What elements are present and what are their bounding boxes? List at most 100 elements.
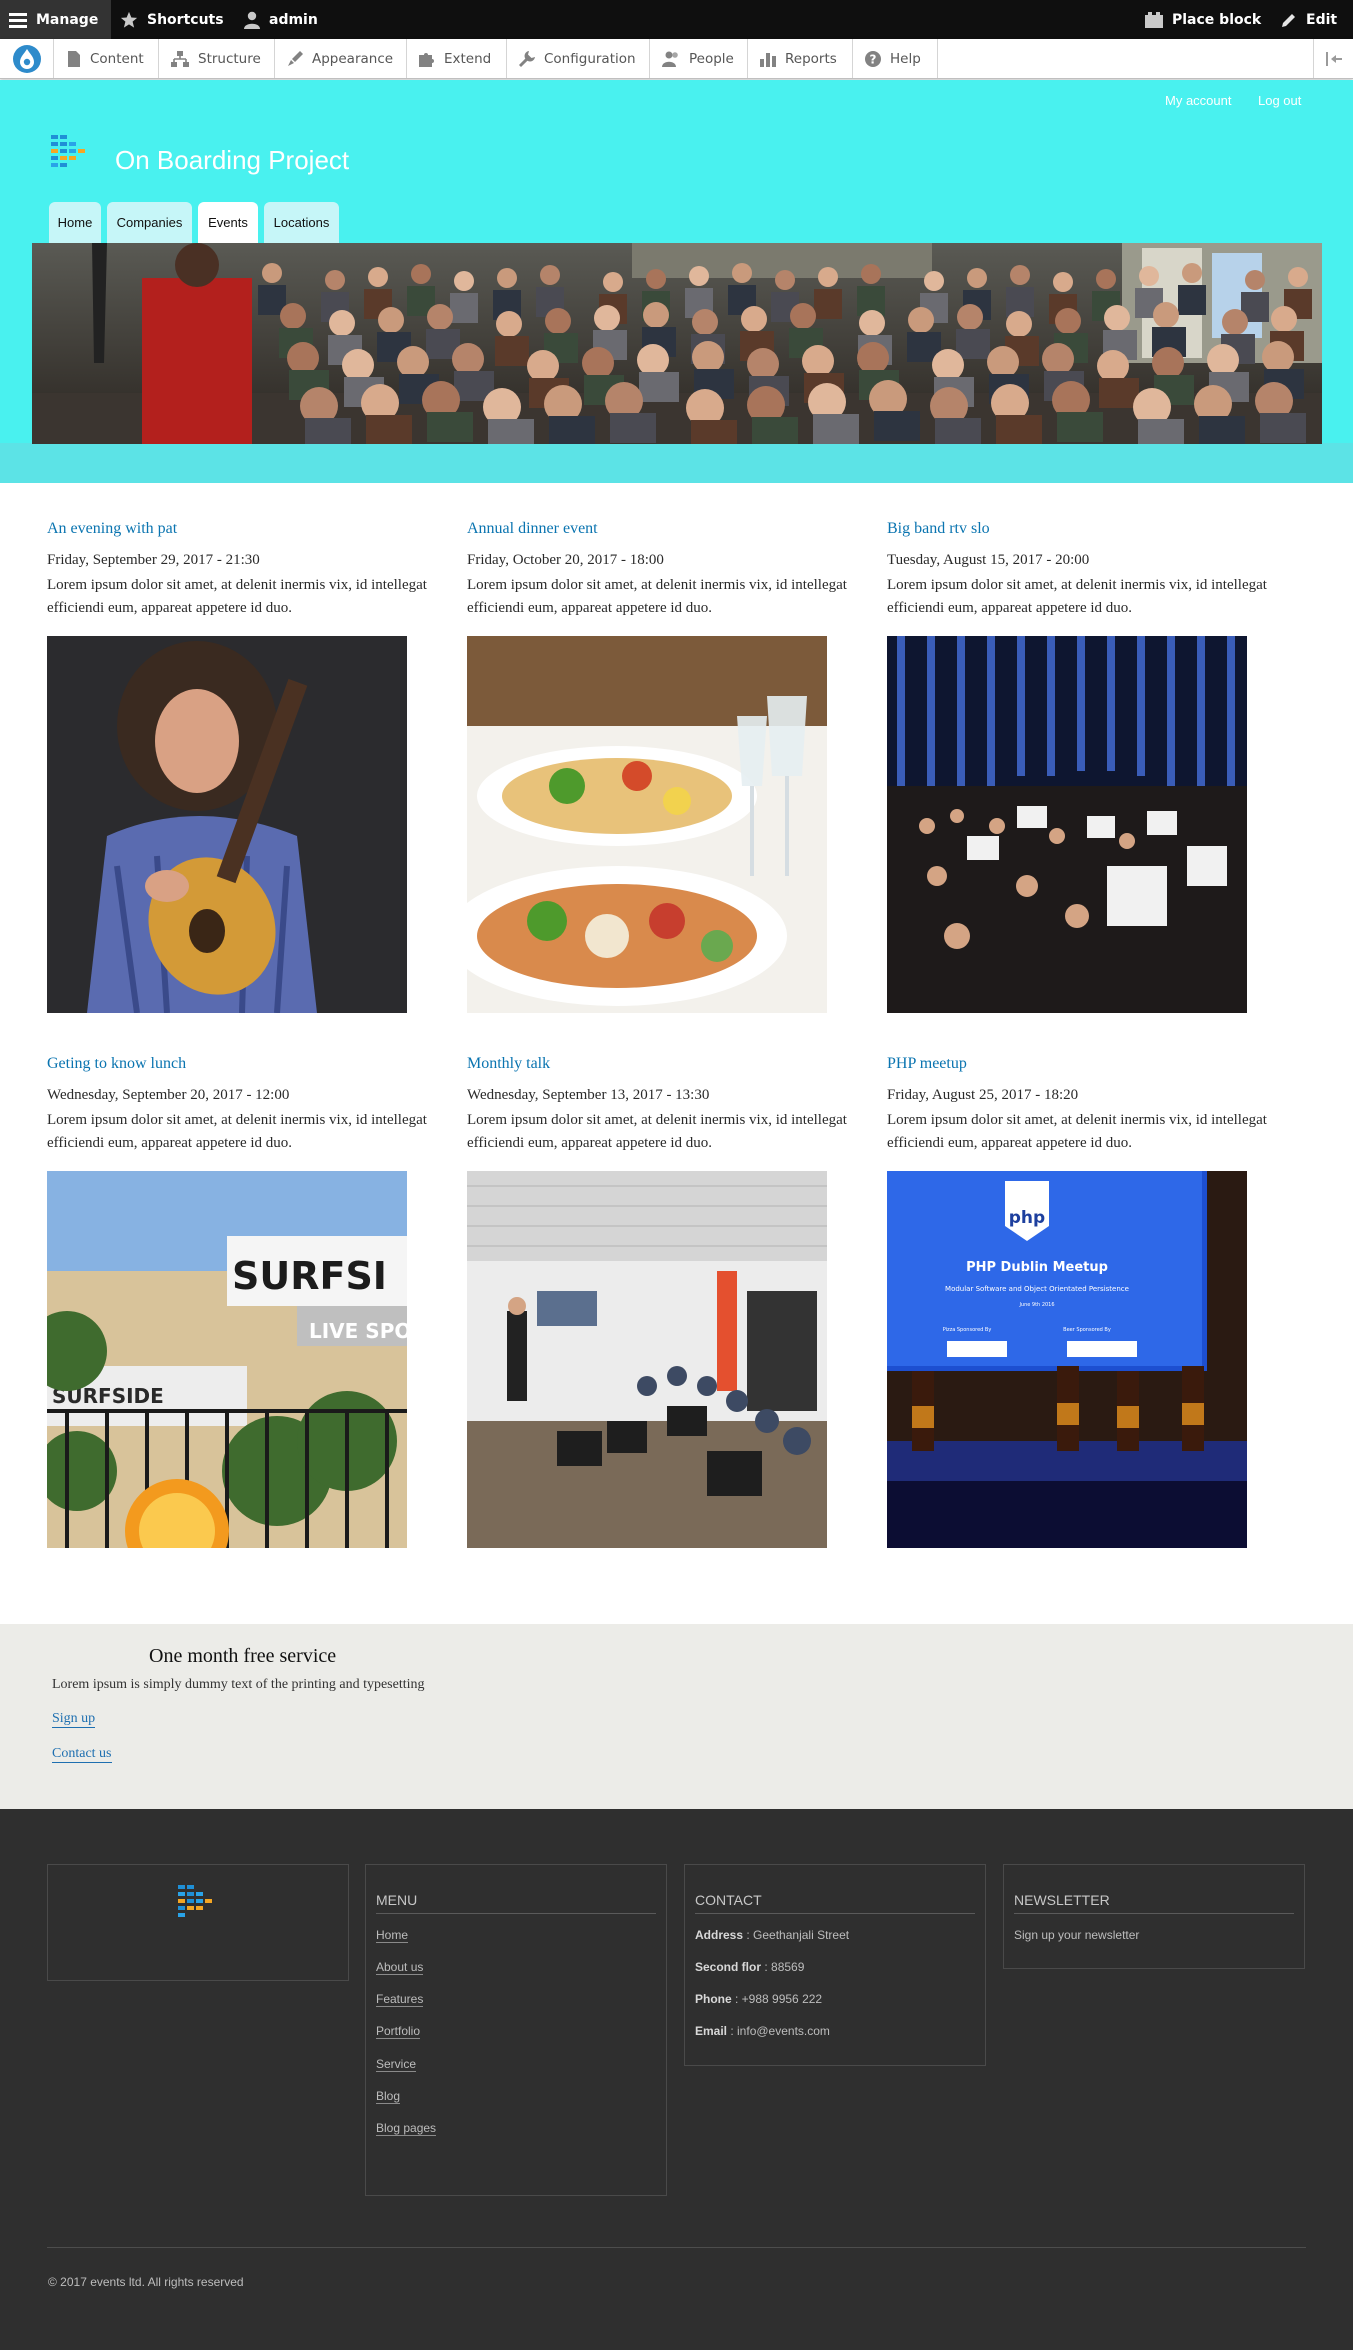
crowd-body	[996, 415, 1042, 444]
contact-email: Email : info@events.com	[695, 2024, 830, 2038]
tray-item-structure[interactable]: Structure	[159, 39, 275, 78]
event-image[interactable]	[47, 636, 407, 1013]
crowd-body	[752, 417, 798, 444]
tray-item-extend[interactable]: Extend	[407, 39, 507, 78]
event-image[interactable]: php PHP Dublin Meetup Modular Software a…	[887, 1171, 1247, 1548]
crowd-head	[262, 263, 282, 283]
footer-divider	[47, 2247, 1306, 2248]
my-account-link[interactable]: My account	[1165, 93, 1231, 108]
event-title-link[interactable]: Geting to know lunch	[47, 1055, 186, 1073]
manage-label: Manage	[36, 11, 99, 28]
meetup-slide-title: PHP Dublin Meetup	[966, 1260, 1108, 1275]
crowd-head	[957, 304, 983, 330]
contact-floor: Second flor : 88569	[695, 1960, 805, 1974]
event-date: Tuesday, August 15, 2017 - 20:00	[887, 552, 1090, 568]
tray-item-configuration[interactable]: Configuration	[507, 39, 650, 78]
footer-menu-item[interactable]: Blog pages	[376, 2121, 437, 2136]
tray-item-reports[interactable]: Reports	[748, 39, 853, 78]
event-image[interactable]	[467, 636, 827, 1013]
crowd-body	[1199, 416, 1245, 444]
crowd-body	[691, 420, 737, 444]
footer-menu-item[interactable]: Home	[376, 1928, 409, 1943]
event-title-link[interactable]: Monthly talk	[467, 1055, 550, 1073]
php-logo-text: php	[1009, 1208, 1045, 1228]
crowd-head	[1271, 306, 1297, 332]
crowd-body	[549, 416, 595, 444]
event-date: Wednesday, September 13, 2017 - 13:30	[467, 1087, 710, 1103]
crowd-body	[488, 419, 534, 444]
crowd-body	[366, 415, 412, 444]
footer-menu-item[interactable]: Blog	[376, 2089, 401, 2104]
promo-title: One month free service	[149, 1645, 337, 1667]
event-image[interactable]: SURFSI LIVE SPOR SURFSIDE	[47, 1171, 407, 1548]
crowd-head	[987, 346, 1019, 378]
footer-menu-item[interactable]: About us	[376, 1960, 424, 1975]
crowd-body	[495, 336, 529, 366]
crowd-body	[639, 372, 679, 402]
event-title-link[interactable]: Annual dinner event	[467, 520, 598, 538]
divider	[1014, 1913, 1294, 1914]
footer-menu-item[interactable]: Service	[376, 2057, 417, 2072]
crowd-head	[1096, 269, 1116, 289]
crowd-body	[813, 414, 859, 444]
log-out-link[interactable]: Log out	[1258, 93, 1301, 108]
event-title-link[interactable]: An evening with pat	[47, 520, 177, 538]
crowd-head	[857, 342, 889, 374]
people-icon	[662, 51, 678, 67]
contact-us-link[interactable]: Contact us	[52, 1746, 112, 1763]
puzzle-icon	[419, 52, 434, 67]
tray-item-people[interactable]: People	[650, 39, 748, 78]
header-band	[0, 443, 1353, 483]
site-name[interactable]: On Boarding Project	[115, 145, 349, 176]
event-date: Friday, September 29, 2017 - 21:30	[47, 552, 260, 568]
wrench-icon	[519, 50, 535, 67]
event-image[interactable]	[467, 1171, 827, 1548]
manage-button[interactable]: Manage	[0, 0, 111, 39]
crowd-head	[692, 309, 718, 335]
crowd-head	[747, 348, 779, 380]
event-body: Lorem ipsum dolor sit amet, at delenit i…	[47, 577, 427, 616]
edit-button[interactable]: Edit	[1281, 0, 1337, 39]
crowd-head	[924, 271, 944, 291]
tray-item-label: Help	[890, 50, 921, 67]
drupal-logo[interactable]	[0, 39, 54, 78]
crowd-body	[1057, 412, 1103, 442]
event-body: Lorem ipsum dolor sit amet, at delenit i…	[887, 577, 1267, 616]
crowd-head	[908, 307, 934, 333]
user-button[interactable]: admin	[244, 0, 318, 39]
footer-menu-item[interactable]: Features	[376, 1992, 424, 2007]
crowd-head	[732, 263, 752, 283]
event-title-link[interactable]: Big band rtv slo	[887, 520, 990, 538]
crowd-head	[689, 266, 709, 286]
admin-tray: Content Structure Appearance Extend Conf…	[0, 39, 1353, 79]
crowd-body	[305, 418, 351, 444]
event-image[interactable]	[887, 636, 1247, 1013]
shortcuts-button[interactable]: Shortcuts	[120, 0, 224, 39]
tray-item-help[interactable]: ? Help	[853, 39, 938, 78]
site-logo[interactable]	[51, 135, 93, 173]
event-date: Friday, August 25, 2017 - 18:20	[887, 1087, 1079, 1103]
tab-companies[interactable]: Companies	[107, 202, 192, 243]
meetup-sponsor-left: Pizza Sponsored By	[943, 1327, 992, 1333]
promo-text: Lorem ipsum is simply dummy text of the …	[52, 1677, 425, 1692]
footer-menu-item[interactable]: Portfolio	[376, 2024, 421, 2039]
crowd-head	[427, 304, 453, 330]
tab-home[interactable]: Home	[49, 202, 101, 243]
tab-locations[interactable]: Locations	[264, 202, 339, 243]
meetup-slide-date: June 9th 2016	[1018, 1302, 1054, 1308]
tray-item-content[interactable]: Content	[55, 39, 159, 78]
place-block-button[interactable]: Place block	[1145, 0, 1261, 39]
meetup-slide-subtitle: Modular Software and Object Orientated P…	[945, 1285, 1129, 1293]
live-sport-sign: LIVE SPOR	[309, 1319, 407, 1343]
crowd-head	[1288, 267, 1308, 287]
event-title-link[interactable]: PHP meetup	[887, 1055, 967, 1073]
drupal-drop-icon	[12, 44, 41, 73]
footer-logo-icon	[178, 1885, 212, 1917]
tab-events[interactable]: Events	[198, 202, 258, 243]
file-icon	[68, 50, 80, 67]
crowd-head	[329, 310, 355, 336]
tray-orientation-toggle[interactable]	[1313, 39, 1353, 78]
tray-item-label: Appearance	[312, 50, 394, 67]
sign-up-link[interactable]: Sign up	[52, 1711, 96, 1728]
tray-item-appearance[interactable]: Appearance	[275, 39, 407, 78]
